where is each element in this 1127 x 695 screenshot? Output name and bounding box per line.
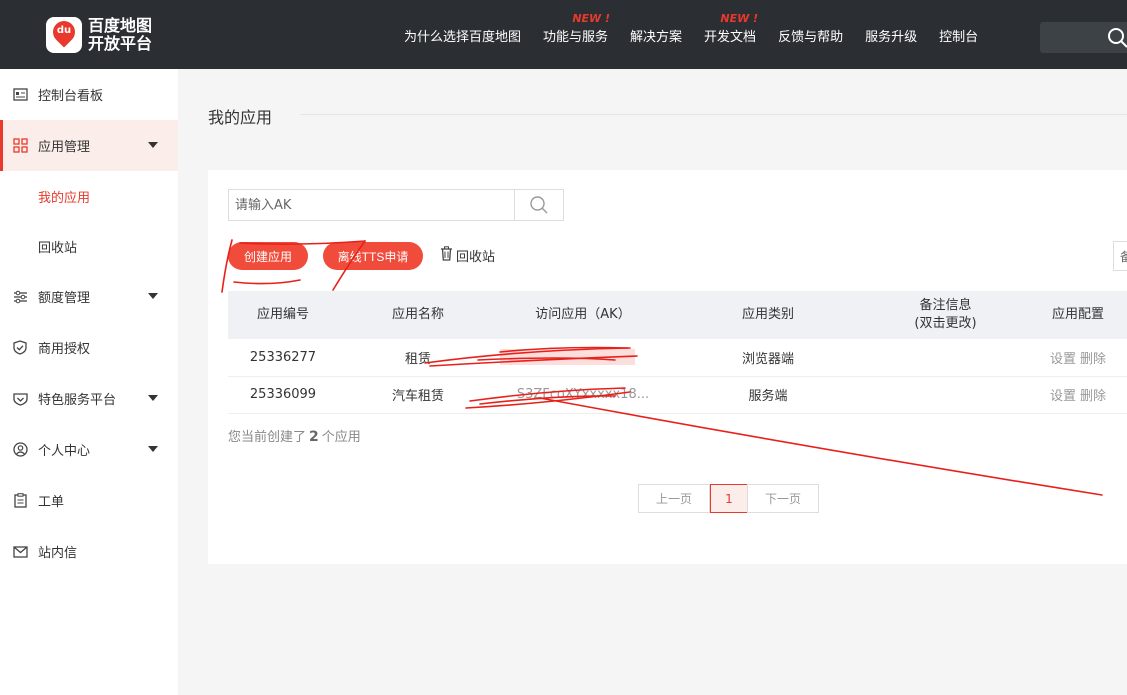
chevron-down-icon — [148, 293, 158, 299]
nav-docs[interactable]: 开发文档 NEW ! — [704, 0, 759, 69]
table-row: 25336099 汽车租赁 S3ZFcoXYxxxxx18... 服务端 设置删… — [228, 376, 1127, 414]
shield-check-icon — [12, 340, 28, 356]
col-ak: 访问应用（AK） — [498, 291, 668, 339]
recycle-bin-button[interactable]: 回收站 — [440, 246, 495, 265]
delete-link[interactable]: 删除 — [1080, 389, 1106, 404]
prev-page-button[interactable]: 上一页 — [638, 484, 710, 513]
nav-solutions[interactable]: 解决方案 — [630, 0, 682, 69]
col-notes: 备注信息 (双击更改) — [868, 291, 1023, 339]
dashboard-icon — [12, 87, 28, 103]
baidu-map-logo-icon: du — [46, 16, 82, 53]
header-search[interactable] — [1040, 22, 1127, 53]
search-icon — [530, 196, 548, 214]
sidebar: 控制台看板 应用管理 我的应用 回收站 额度管理 商用授权 特色服务平台 个人中… — [0, 69, 178, 695]
cell-app-type: 浏览器端 — [668, 339, 868, 377]
sidebar-item-featured-services[interactable]: 特色服务平台 — [0, 373, 178, 424]
cell-notes[interactable] — [868, 376, 1023, 414]
mail-icon — [12, 544, 28, 560]
offline-tts-apply-button[interactable]: 离线TTS申请 — [323, 242, 423, 270]
cell-config: 设置 删除 — [1023, 339, 1127, 377]
app-count-text: 您当前创建了 2 个应用 — [228, 429, 361, 445]
chevron-down-icon — [148, 446, 158, 452]
title-divider — [300, 114, 1127, 115]
apps-table: 应用编号 应用名称 访问应用（AK） 应用类别 备注信息 (双击更改) 应用配置 … — [228, 291, 1127, 414]
settings-link[interactable]: 设置 — [1050, 389, 1076, 404]
col-app-name: 应用名称 — [338, 291, 498, 339]
nav-console[interactable]: 控制台 — [939, 0, 978, 69]
cell-config: 设置 删除 — [1023, 376, 1127, 414]
cell-app-name: 租赁 — [338, 339, 498, 377]
chevron-down-icon — [148, 142, 158, 148]
page-title: 我的应用 — [208, 108, 273, 127]
cell-ak[interactable]: xxxxxxxxxxxxxxxx — [498, 339, 668, 377]
notes-button[interactable]: 备 — [1113, 241, 1127, 271]
sidebar-item-recycle-bin[interactable]: 回收站 — [0, 221, 178, 271]
new-badge: NEW ! — [720, 12, 759, 25]
cell-app-id: 25336099 — [228, 376, 338, 414]
logo[interactable]: du 百度地图开放平台 — [46, 16, 160, 54]
cell-app-type: 服务端 — [668, 376, 868, 414]
sidebar-item-dashboard[interactable]: 控制台看板 — [0, 69, 178, 120]
table-header-row: 应用编号 应用名称 访问应用（AK） 应用类别 备注信息 (双击更改) 应用配置 — [228, 291, 1127, 339]
next-page-button[interactable]: 下一页 — [747, 484, 819, 513]
ak-search-button[interactable] — [514, 189, 564, 221]
top-navbar: du 百度地图开放平台 为什么选择百度地图 功能与服务 NEW ! 解决方案 开发… — [0, 0, 1127, 69]
cell-app-id: 25336277 — [228, 339, 338, 377]
nav-features[interactable]: 功能与服务 NEW ! — [543, 0, 611, 69]
sidebar-item-tickets[interactable]: 工单 — [0, 475, 178, 526]
cell-app-name: 汽车租赁 — [338, 376, 498, 414]
col-app-id: 应用编号 — [228, 291, 338, 339]
grid-icon — [12, 138, 28, 154]
col-app-type: 应用类别 — [668, 291, 868, 339]
ticket-icon — [12, 493, 28, 509]
sidebar-item-quota[interactable]: 额度管理 — [0, 271, 178, 322]
cell-notes[interactable] — [868, 339, 1023, 377]
trash-icon — [440, 246, 453, 265]
create-app-button[interactable]: 创建应用 — [228, 242, 308, 270]
sliders-icon — [12, 289, 28, 305]
nav-upgrade[interactable]: 服务升级 — [865, 0, 917, 69]
chevron-down-icon — [148, 395, 158, 401]
user-icon — [12, 442, 28, 458]
table-row: 25336277 租赁 xxxxxxxxxxxxxxxx 浏览器端 设置 删除 — [228, 339, 1127, 377]
sidebar-item-app-management[interactable]: 应用管理 — [0, 120, 178, 171]
heart-shield-icon — [12, 391, 28, 407]
nav-feedback[interactable]: 反馈与帮助 — [778, 0, 843, 69]
sidebar-item-my-apps[interactable]: 我的应用 — [0, 171, 178, 221]
new-badge: NEW ! — [572, 12, 611, 25]
sidebar-item-personal-center[interactable]: 个人中心 — [0, 424, 178, 475]
sidebar-item-messages[interactable]: 站内信 — [0, 526, 178, 577]
pagination: 上一页 1 下一页 — [638, 484, 819, 513]
nav-why-baidu[interactable]: 为什么选择百度地图 — [404, 0, 521, 69]
apps-card: 创建应用 离线TTS申请 回收站 备 应用编号 应用名称 访问应用（AK） 应用… — [208, 170, 1127, 564]
settings-link[interactable]: 设置 — [1050, 352, 1076, 367]
search-icon — [1108, 28, 1127, 48]
page-1-button[interactable]: 1 — [710, 484, 748, 513]
cell-ak[interactable]: S3ZFcoXYxxxxx18... — [498, 376, 668, 414]
delete-link[interactable]: 删除 — [1080, 352, 1106, 367]
logo-text: 百度地图开放平台 — [88, 16, 153, 53]
main-nav: 为什么选择百度地图 功能与服务 NEW ! 解决方案 开发文档 NEW ! 反馈与帮… — [404, 0, 1000, 69]
ak-search-input[interactable] — [228, 189, 515, 221]
sidebar-item-commercial-license[interactable]: 商用授权 — [0, 322, 178, 373]
col-config: 应用配置 — [1023, 291, 1127, 339]
